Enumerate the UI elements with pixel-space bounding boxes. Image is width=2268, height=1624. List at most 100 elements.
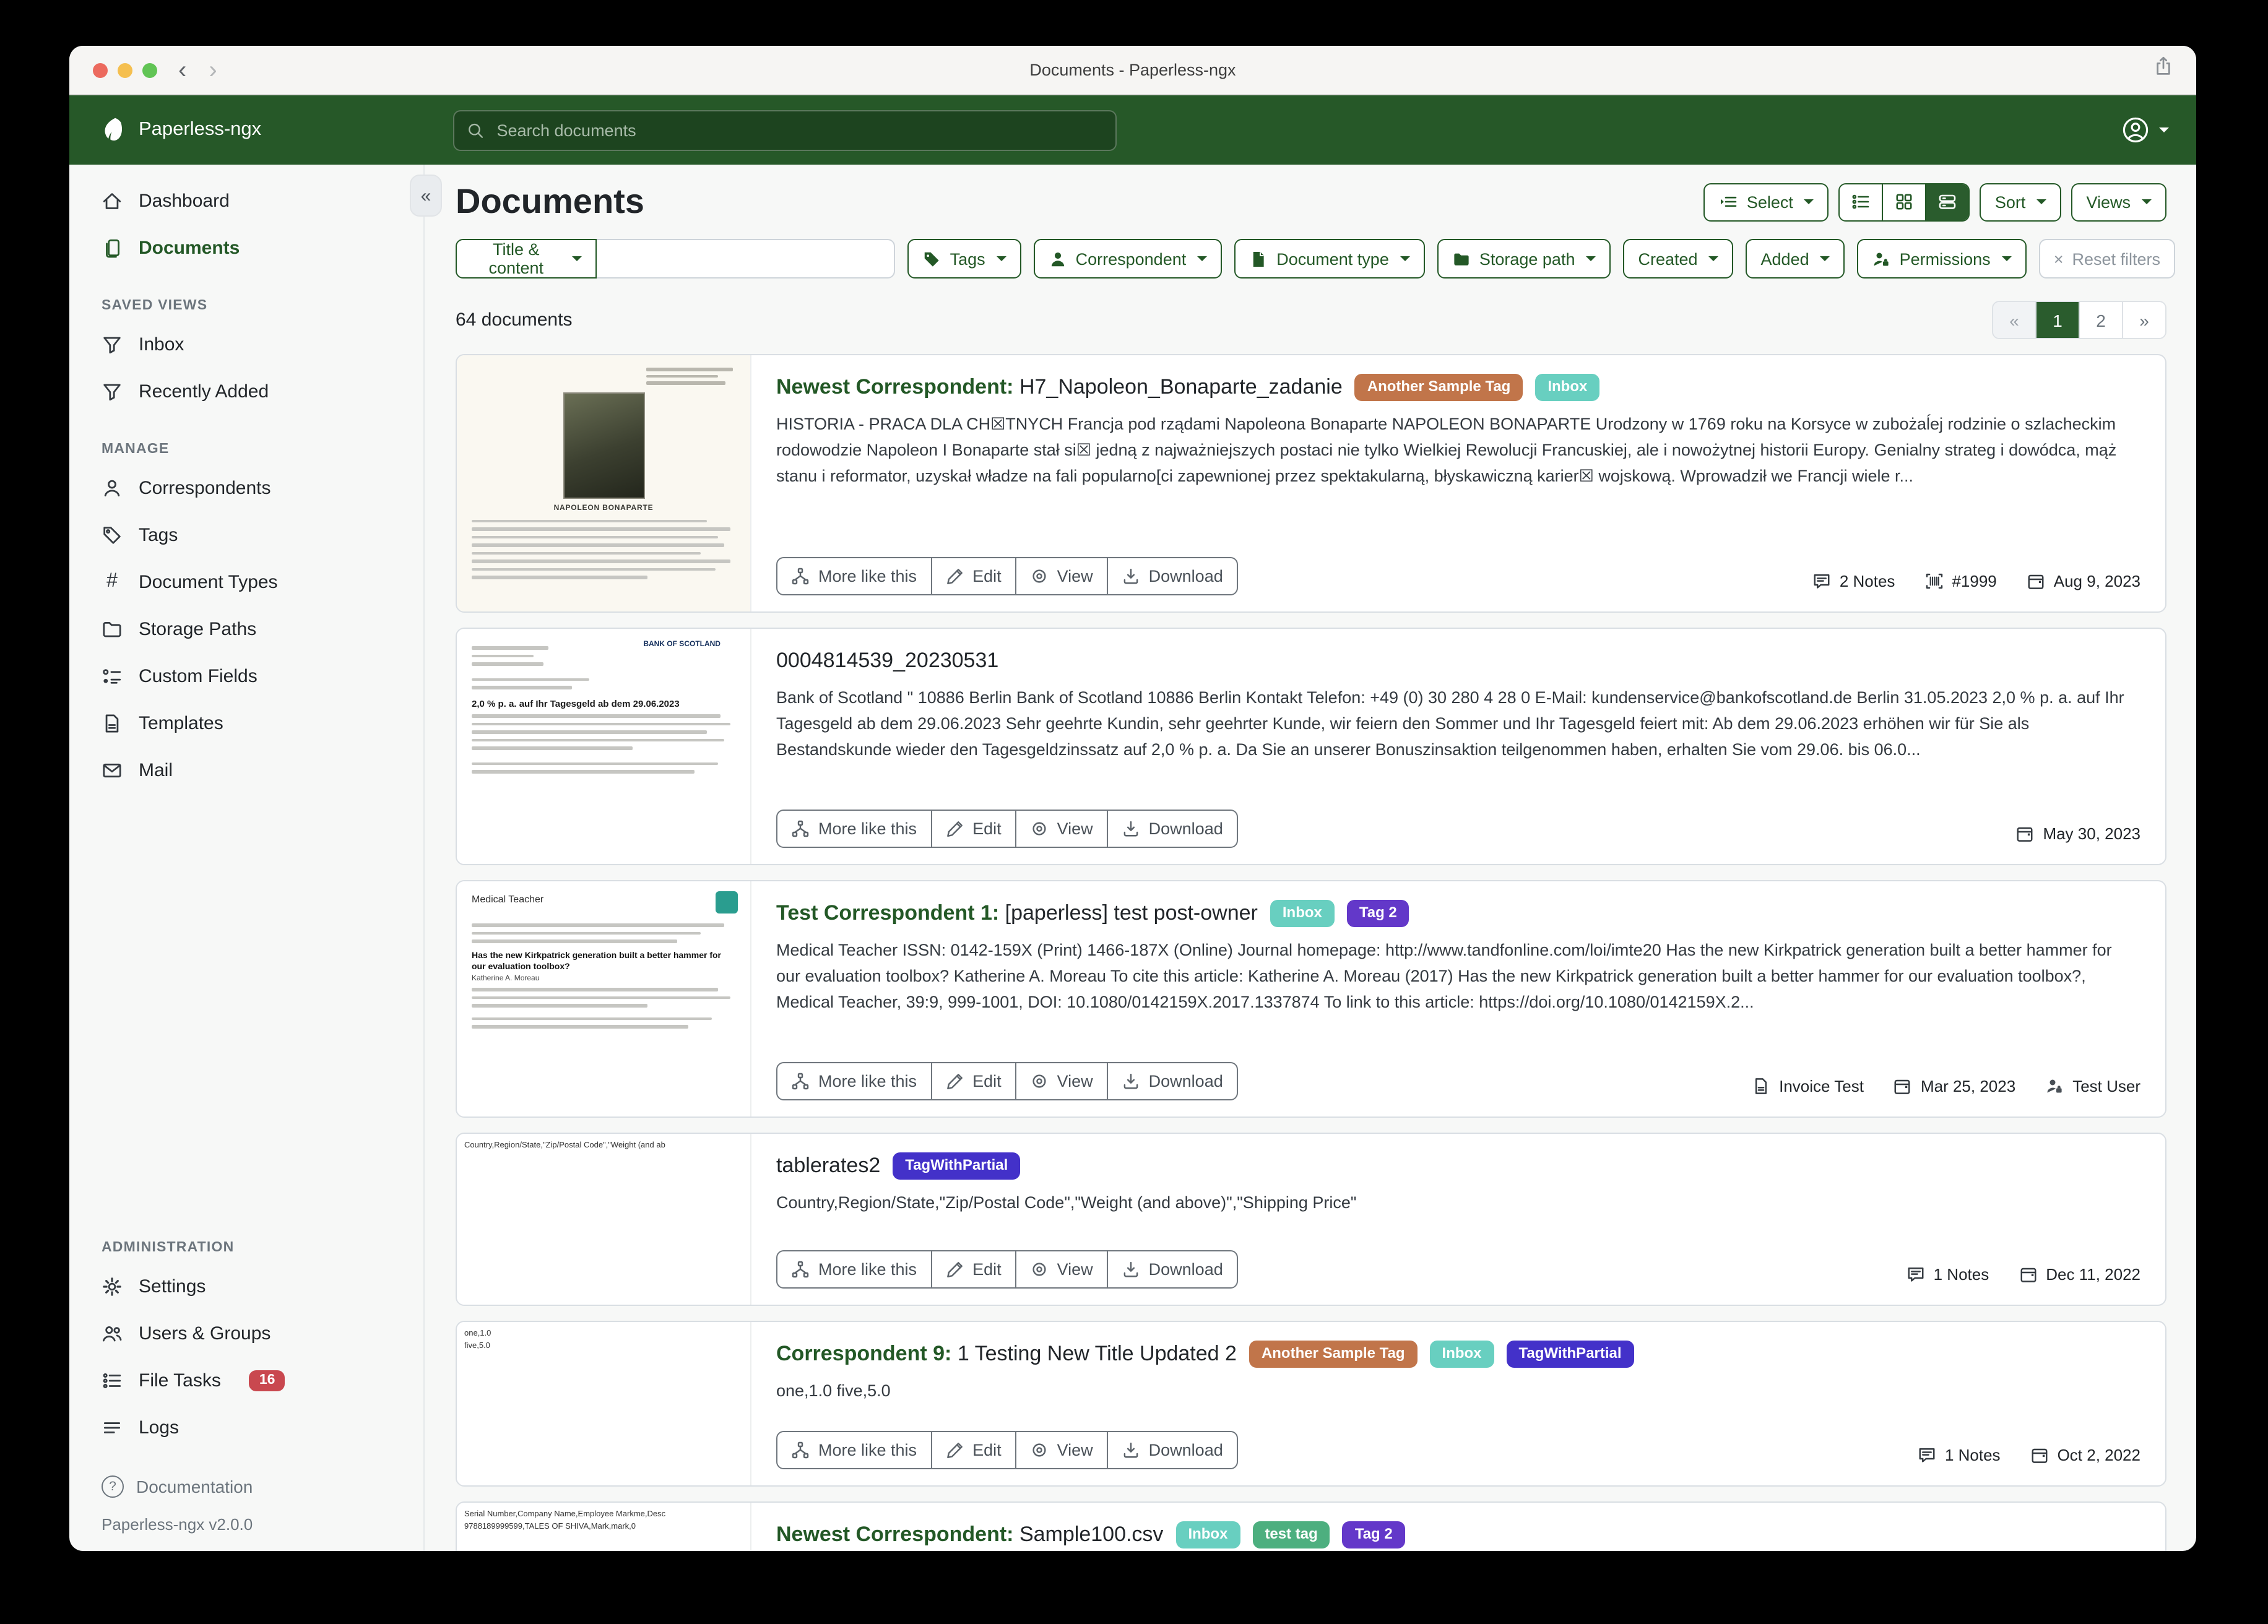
view-button[interactable]: View	[1015, 557, 1108, 595]
tag-badge[interactable]: Another Sample Tag	[1355, 374, 1523, 401]
browser-forward-icon[interactable]: ›	[209, 58, 217, 82]
view-button[interactable]: View	[1015, 810, 1108, 848]
section-saved-views: SAVED VIEWS	[102, 298, 423, 313]
tag-badge[interactable]: Inbox	[1270, 900, 1335, 927]
documentation-link[interactable]: ? Documentation	[102, 1475, 423, 1498]
sidebar-item-inbox[interactable]: Inbox	[69, 321, 423, 368]
views-button[interactable]: Views	[2071, 183, 2166, 221]
reset-filters-button[interactable]: × Reset filters	[2039, 239, 2175, 279]
tag-badge[interactable]: test tag	[1252, 1521, 1330, 1548]
document-title[interactable]: tablerates2	[776, 1154, 880, 1177]
user-menu[interactable]	[2122, 116, 2169, 144]
sidebar-item-templates[interactable]: Templates	[69, 699, 423, 746]
edit-button[interactable]: Edit	[930, 810, 1016, 848]
pagination-last[interactable]: »	[2122, 302, 2165, 338]
view-button[interactable]: View	[1015, 1062, 1108, 1100]
share-icon[interactable]	[2153, 56, 2174, 77]
document-title[interactable]: 0004814539_20230531	[776, 649, 998, 672]
added-filter-button[interactable]: Added	[1746, 239, 1845, 279]
grid-view-button[interactable]	[1882, 184, 1926, 220]
brand[interactable]: Paperless-ngx	[99, 116, 433, 144]
document-correspondent-link[interactable]: Newest Correspondent:	[776, 375, 1014, 399]
sidebar-item-file-tasks[interactable]: File Tasks 16	[69, 1357, 423, 1404]
pagination-first[interactable]: «	[1993, 302, 2035, 338]
close-window-button[interactable]	[93, 63, 108, 77]
document-thumbnail[interactable]: Serial Number,Company Name,Employee Mark…	[457, 1503, 751, 1551]
zoom-window-button[interactable]	[142, 63, 157, 77]
edit-button[interactable]: Edit	[930, 557, 1016, 595]
tag-badge[interactable]: Inbox	[1535, 374, 1599, 401]
sidebar-item-custom-fields[interactable]: Custom Fields	[69, 652, 423, 699]
tag-badge[interactable]: Tag 2	[1343, 1521, 1405, 1548]
more-like-this-button[interactable]: More like this	[776, 810, 932, 848]
document-thumbnail[interactable]: one,1.0 five,5.0	[457, 1322, 751, 1485]
tags-filter-button[interactable]: Tags	[908, 239, 1021, 279]
download-button[interactable]: Download	[1107, 1431, 1238, 1469]
people-icon	[102, 1323, 123, 1344]
document-title[interactable]: [paperless] test post-owner	[1005, 901, 1258, 925]
document-title[interactable]: 1 Testing New Title Updated 2	[958, 1342, 1237, 1365]
download-button[interactable]: Download	[1107, 1062, 1238, 1100]
document-thumbnail[interactable]: Country,Region/State,"Zip/Postal Code","…	[457, 1134, 751, 1305]
sidebar-item-logs[interactable]: Logs	[69, 1404, 423, 1451]
details-view-button[interactable]	[1926, 184, 1969, 220]
document-thumbnail[interactable]: BANK OF SCOTLAND 2,0 % p. a. auf Ihr Tag…	[457, 629, 751, 864]
edit-button[interactable]: Edit	[930, 1062, 1016, 1100]
edit-button[interactable]: Edit	[930, 1431, 1016, 1469]
document-type-filter-button[interactable]: Document type	[1234, 239, 1425, 279]
document-thumbnail[interactable]: Medical Teacher Has the new Kirkpatrick …	[457, 881, 751, 1116]
download-button[interactable]: Download	[1107, 557, 1238, 595]
tag-badge[interactable]: Another Sample Tag	[1249, 1341, 1418, 1368]
view-button[interactable]: View	[1015, 1431, 1108, 1469]
sidebar-item-settings[interactable]: Settings	[69, 1263, 423, 1310]
notes-count[interactable]: 2 Notes	[1812, 572, 1895, 590]
sidebar-item-document-types[interactable]: # Document Types	[69, 558, 423, 605]
global-search[interactable]	[453, 110, 1117, 150]
search-input[interactable]	[494, 119, 1103, 140]
sidebar-item-storage-paths[interactable]: Storage Paths	[69, 605, 423, 652]
more-like-this-button[interactable]: More like this	[776, 557, 932, 595]
permissions-filter-button[interactable]: Permissions	[1858, 239, 2027, 279]
download-button[interactable]: Download	[1107, 1250, 1238, 1289]
storage-path-filter-button[interactable]: Storage path	[1437, 239, 1611, 279]
title-content-input[interactable]	[597, 239, 896, 279]
browser-back-icon[interactable]: ‹	[178, 58, 186, 82]
title-content-dropdown[interactable]: Title & content	[456, 239, 597, 279]
document-title[interactable]: H7_Napoleon_Bonaparte_zadanie	[1019, 375, 1343, 399]
sidebar-item-documents[interactable]: Documents	[69, 224, 423, 271]
sidebar-item-dashboard[interactable]: Dashboard	[69, 177, 423, 224]
sidebar-item-mail[interactable]: Mail	[69, 746, 423, 793]
created-filter-button[interactable]: Created	[1623, 239, 1733, 279]
document-correspondent-link[interactable]: Test Correspondent 1:	[776, 901, 999, 925]
more-like-this-button[interactable]: More like this	[776, 1062, 932, 1100]
sort-button[interactable]: Sort	[1980, 183, 2062, 221]
more-like-this-button[interactable]: More like this	[776, 1431, 932, 1469]
sidebar-collapse-button[interactable]: «	[410, 175, 442, 217]
more-like-this-button[interactable]: More like this	[776, 1250, 932, 1289]
tag-badge[interactable]: TagWithPartial	[1507, 1341, 1634, 1368]
sidebar-item-correspondents[interactable]: Correspondents	[69, 464, 423, 511]
notes-count[interactable]: 1 Notes	[1907, 1265, 1989, 1284]
pagination-page-1[interactable]: 1	[2035, 302, 2079, 338]
notes-count[interactable]: 1 Notes	[1918, 1446, 2001, 1464]
tag-badge[interactable]: TagWithPartial	[893, 1152, 1020, 1180]
select-button[interactable]: Select	[1703, 183, 1829, 221]
pagination-page-2[interactable]: 2	[2079, 302, 2122, 338]
sidebar-item-recently-added[interactable]: Recently Added	[69, 368, 423, 415]
document-correspondent-link[interactable]: Newest Correspondent:	[776, 1522, 1014, 1546]
download-button[interactable]: Download	[1107, 810, 1238, 848]
tag-badge[interactable]: Tag 2	[1347, 900, 1409, 927]
list-view-button[interactable]	[1840, 184, 1882, 220]
tag-badge[interactable]: Inbox	[1175, 1521, 1240, 1548]
sidebar-item-users-groups[interactable]: Users & Groups	[69, 1310, 423, 1357]
edit-button[interactable]: Edit	[930, 1250, 1016, 1289]
document-title[interactable]: Sample100.csv	[1019, 1522, 1163, 1546]
minimize-window-button[interactable]	[118, 63, 132, 77]
sidebar-item-tags[interactable]: Tags	[69, 511, 423, 558]
document-correspondent-link[interactable]: Correspondent 9:	[776, 1342, 951, 1365]
view-button[interactable]: View	[1015, 1250, 1108, 1289]
sort-label: Sort	[1995, 192, 2026, 211]
tag-badge[interactable]: Inbox	[1430, 1341, 1494, 1368]
document-thumbnail[interactable]: NAPOLEON BONAPARTE	[457, 355, 751, 611]
correspondent-filter-button[interactable]: Correspondent	[1034, 239, 1223, 279]
